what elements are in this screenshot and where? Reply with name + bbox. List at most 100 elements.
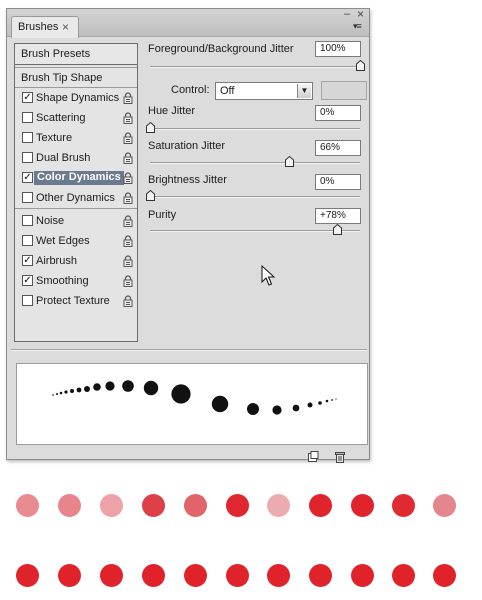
option-label: Protect Texture xyxy=(36,295,110,307)
saturation-jitter-field[interactable]: 66% xyxy=(315,140,361,156)
color-swatch-jittered xyxy=(58,494,81,517)
divider xyxy=(15,208,137,209)
lock-icon[interactable] xyxy=(123,295,133,307)
brush-tip-shape-item[interactable]: Brush Tip Shape xyxy=(15,67,137,87)
checkbox[interactable] xyxy=(22,192,33,203)
option-scattering[interactable]: Scattering xyxy=(15,109,137,127)
slider-thumb[interactable] xyxy=(146,190,155,201)
control-label: Control: xyxy=(171,84,210,96)
color-swatch-solid xyxy=(58,564,81,587)
option-other-dynamics[interactable]: Other Dynamics xyxy=(15,189,137,207)
color-swatch-solid xyxy=(392,564,415,587)
brightness-jitter-label: Brightness Jitter xyxy=(148,174,227,186)
control-select[interactable]: Off ▼ xyxy=(215,82,313,100)
lock-icon[interactable] xyxy=(123,172,133,184)
brightness-jitter-slider[interactable] xyxy=(146,190,360,203)
option-label: Noise xyxy=(36,215,65,227)
option-dual-brush[interactable]: Dual Brush xyxy=(15,149,137,167)
lock-icon[interactable] xyxy=(123,112,133,124)
new-preset-icon[interactable] xyxy=(307,451,319,463)
lock-icon[interactable] xyxy=(123,235,133,247)
checkbox-checked[interactable]: ✓ xyxy=(22,275,33,286)
brightness-jitter-field[interactable]: 0% xyxy=(315,174,361,190)
close-icon[interactable]: × xyxy=(357,7,364,21)
slider-thumb[interactable] xyxy=(284,156,294,167)
lock-icon[interactable] xyxy=(123,192,133,204)
color-swatch-jittered xyxy=(392,494,415,517)
slider-track xyxy=(150,230,360,232)
lock-icon[interactable] xyxy=(123,215,133,227)
checkbox[interactable] xyxy=(22,295,33,306)
option-label: Wet Edges xyxy=(36,235,90,247)
tab-brushes[interactable]: Brushes × xyxy=(11,16,79,38)
panel-menu-icon[interactable]: ▾≡ xyxy=(353,21,362,32)
option-label: Other Dynamics xyxy=(36,192,115,204)
minimize-icon[interactable]: – xyxy=(344,8,350,20)
checkbox-checked[interactable]: ✓ xyxy=(22,172,33,183)
option-noise[interactable]: Noise xyxy=(15,212,137,230)
fg-bg-jitter-field[interactable]: 100% xyxy=(315,41,361,57)
color-swatch-jittered xyxy=(16,494,39,517)
brush-options-list: Brush Presets Brush Tip Shape ✓ Shape Dyn… xyxy=(14,43,138,342)
lock-icon[interactable] xyxy=(123,255,133,267)
panel-titlebar: Brushes × – × ▾≡ xyxy=(7,7,369,38)
stroke-preview-image xyxy=(52,380,337,415)
option-smoothing[interactable]: ✓ Smoothing xyxy=(15,272,137,290)
slider-thumb[interactable] xyxy=(356,60,365,71)
color-swatch-solid xyxy=(351,564,374,587)
trash-icon[interactable] xyxy=(334,451,346,463)
purity-label: Purity xyxy=(148,209,177,221)
hue-jitter-slider[interactable] xyxy=(146,122,360,135)
slider-track xyxy=(150,128,360,130)
checkbox[interactable] xyxy=(22,112,33,123)
color-swatch-solid xyxy=(226,564,249,587)
divider xyxy=(11,350,367,351)
tab-close-icon[interactable]: × xyxy=(62,20,69,34)
option-label: Airbrush xyxy=(36,255,77,267)
color-swatch-jittered xyxy=(100,494,123,517)
fg-bg-jitter-slider[interactable] xyxy=(150,60,365,73)
hue-jitter-field[interactable]: 0% xyxy=(315,105,361,121)
brush-tip-shape-label: Brush Tip Shape xyxy=(21,72,103,84)
checkbox-checked[interactable]: ✓ xyxy=(22,92,33,103)
color-swatch-solid xyxy=(142,564,165,587)
color-swatch-solid xyxy=(433,564,456,587)
purity-field[interactable]: +78% xyxy=(315,208,361,224)
lock-icon[interactable] xyxy=(123,152,133,164)
color-swatch-jittered xyxy=(267,494,290,517)
option-wet-edges[interactable]: Wet Edges xyxy=(15,232,137,250)
saturation-jitter-slider[interactable] xyxy=(150,156,360,169)
color-swatch-jittered xyxy=(309,494,332,517)
slider-track xyxy=(150,66,360,68)
brush-presets-label: Brush Presets xyxy=(21,48,91,60)
checkbox[interactable] xyxy=(22,132,33,143)
slider-thumb[interactable] xyxy=(146,122,155,133)
mouse-pointer-icon xyxy=(261,265,275,286)
checkbox[interactable] xyxy=(22,215,33,226)
option-protect-texture[interactable]: Protect Texture xyxy=(15,292,137,310)
color-swatch-jittered xyxy=(142,494,165,517)
option-shape-dynamics[interactable]: ✓ Shape Dynamics xyxy=(15,89,137,107)
lock-icon[interactable] xyxy=(123,275,133,287)
slider-thumb[interactable] xyxy=(332,224,342,235)
option-airbrush[interactable]: ✓ Airbrush xyxy=(15,252,137,270)
lock-icon[interactable] xyxy=(123,92,133,104)
checkbox-checked[interactable]: ✓ xyxy=(22,255,33,266)
color-swatch-solid xyxy=(184,564,207,587)
purity-slider[interactable] xyxy=(150,224,360,237)
option-label: Texture xyxy=(36,132,73,144)
checkbox[interactable] xyxy=(22,152,33,163)
lock-icon[interactable] xyxy=(123,132,133,144)
color-swatch-jittered xyxy=(184,494,207,517)
fg-bg-jitter-label: Foreground/Background Jitter xyxy=(148,43,294,55)
checkbox[interactable] xyxy=(22,235,33,246)
control-select-value: Off xyxy=(220,85,235,97)
hue-jitter-label: Hue Jitter xyxy=(148,105,196,117)
chevron-down-icon[interactable]: ▼ xyxy=(297,84,311,98)
option-color-dynamics[interactable]: ✓ Color Dynamics xyxy=(15,169,137,187)
option-texture[interactable]: Texture xyxy=(15,129,137,147)
option-label: Color Dynamics xyxy=(34,171,124,185)
saturation-jitter-label: Saturation Jitter xyxy=(148,140,226,152)
slider-track xyxy=(150,196,360,198)
brush-presets-button[interactable]: Brush Presets xyxy=(15,44,137,65)
